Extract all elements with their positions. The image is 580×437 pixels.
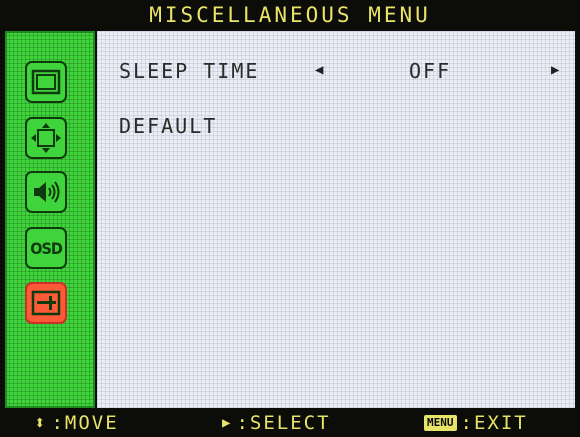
sleep-time-label: SLEEP TIME (119, 59, 260, 83)
left-arrow-icon[interactable]: ◀ (315, 62, 325, 78)
menu-content: SLEEP TIME ◀ OFF ▶ DEFAULT (97, 31, 575, 408)
right-arrow-icon[interactable]: ▶ (551, 62, 561, 78)
up-down-arrow-icon: ⬍ (34, 411, 48, 434)
audio-icon[interactable] (25, 171, 67, 213)
exit-hint: MENU :EXIT (424, 408, 528, 437)
miscellaneous-icon[interactable] (25, 282, 67, 324)
osd-icon-label: OSD (30, 238, 63, 258)
menu-sidebar: OSD (5, 31, 95, 408)
menu-key-icon: MENU (424, 414, 457, 431)
footer-hints: ⬍ :MOVE ▶ :SELECT MENU :EXIT (0, 408, 580, 437)
exit-label: :EXIT (460, 411, 528, 434)
move-hint: ⬍ :MOVE (34, 408, 119, 437)
sleep-time-row[interactable]: SLEEP TIME ◀ OFF ▶ (119, 59, 559, 83)
move-label: :MOVE (51, 411, 119, 434)
right-arrow-icon: ▶ (222, 414, 233, 431)
osd-icon[interactable]: OSD (25, 227, 67, 269)
menu-title: MISCELLANEOUS MENU (149, 3, 431, 27)
position-icon[interactable] (25, 117, 67, 159)
osd-menu-window: MISCELLANEOUS MENU OSD SLEEP TIME ◀ OFF … (0, 0, 580, 437)
picture-icon[interactable] (25, 61, 67, 103)
select-label: :SELECT (236, 411, 331, 434)
sleep-time-value[interactable]: OFF (409, 59, 451, 83)
select-hint: ▶ :SELECT (222, 408, 331, 437)
default-label: DEFAULT (119, 114, 218, 138)
default-row[interactable]: DEFAULT (119, 114, 217, 138)
